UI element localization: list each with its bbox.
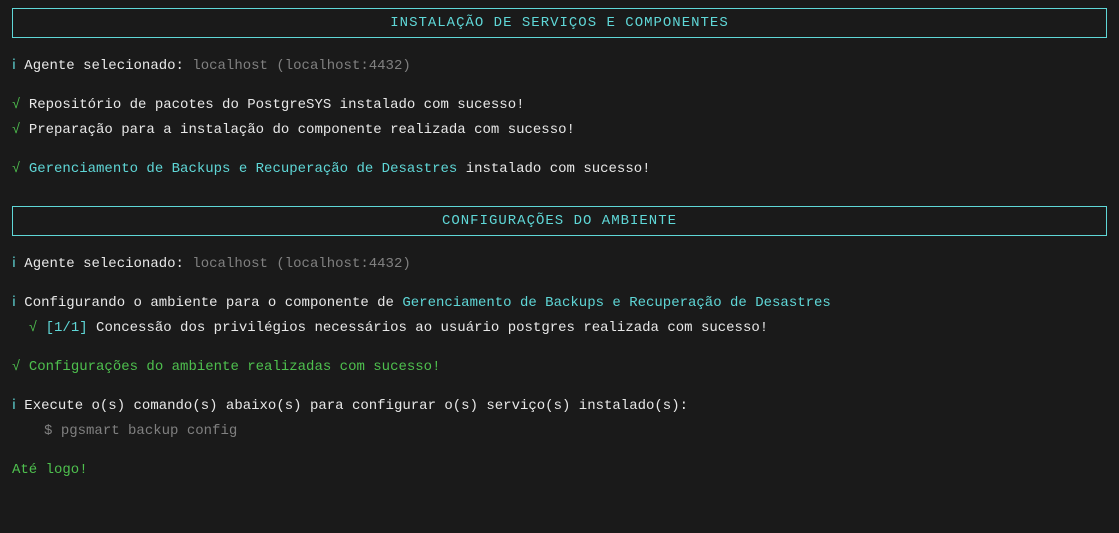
info-icon: ⅰ (12, 58, 16, 74)
step-text: Repositório de pacotes do PostgreSYS ins… (29, 97, 525, 113)
check-icon: √ (12, 97, 20, 113)
component-name: Gerenciamento de Backups e Recuperação d… (29, 161, 457, 177)
goodbye-text: Até logo! (12, 462, 88, 478)
command-line: $ pgsmart backup config (12, 421, 1107, 442)
component-suffix: instalado com sucesso! (457, 161, 650, 177)
terminal-output: INSTALAÇÃO DE SERVIÇOS E COMPONENTES ⅰ A… (0, 8, 1119, 481)
agent-value: localhost (localhost:4432) (192, 256, 410, 272)
info-icon: ⅰ (12, 256, 16, 272)
agent-value: localhost (localhost:4432) (192, 58, 410, 74)
check-icon: √ (12, 161, 20, 177)
check-icon: √ (12, 359, 20, 375)
step-text: Preparação para a instalação do componen… (29, 122, 575, 138)
config-line: ⅰ Configurando o ambiente para o compone… (12, 293, 1107, 314)
progress-line: √ [1/1] Concessão dos privilégios necess… (12, 318, 1107, 339)
config-component: Gerenciamento de Backups e Recuperação d… (402, 295, 830, 311)
command-prompt: $ (44, 423, 61, 439)
agent-label: Agente selecionado: (24, 256, 192, 272)
command-text: pgsmart backup config (61, 423, 237, 439)
section-header-install: INSTALAÇÃO DE SERVIÇOS E COMPONENTES (12, 8, 1107, 38)
info-icon: ⅰ (12, 295, 16, 311)
exec-label: Execute o(s) comando(s) abaixo(s) para c… (24, 398, 688, 414)
section-title: INSTALAÇÃO DE SERVIÇOS E COMPONENTES (390, 15, 728, 31)
install-step: √ Repositório de pacotes do PostgreSYS i… (12, 95, 1107, 116)
goodbye-line: Até logo! (12, 460, 1107, 481)
info-icon: ⅰ (12, 398, 16, 414)
success-text: Configurações do ambiente realizadas com… (29, 359, 441, 375)
agent-label: Agente selecionado: (24, 58, 192, 74)
config-success: √ Configurações do ambiente realizadas c… (12, 357, 1107, 378)
install-step: √ Preparação para a instalação do compon… (12, 120, 1107, 141)
agent-line: ⅰ Agente selecionado: localhost (localho… (12, 56, 1107, 77)
section-header-config: CONFIGURAÇÕES DO AMBIENTE (12, 206, 1107, 236)
section-title: CONFIGURAÇÕES DO AMBIENTE (442, 213, 677, 229)
check-icon: √ (29, 320, 37, 336)
progress-counter: [1/1] (46, 320, 88, 336)
check-icon: √ (12, 122, 20, 138)
exec-instruction: ⅰ Execute o(s) comando(s) abaixo(s) para… (12, 396, 1107, 417)
config-prefix: Configurando o ambiente para o component… (24, 295, 402, 311)
progress-text: Concessão dos privilégios necessários ao… (88, 320, 769, 336)
agent-line: ⅰ Agente selecionado: localhost (localho… (12, 254, 1107, 275)
install-component: √ Gerenciamento de Backups e Recuperação… (12, 159, 1107, 180)
